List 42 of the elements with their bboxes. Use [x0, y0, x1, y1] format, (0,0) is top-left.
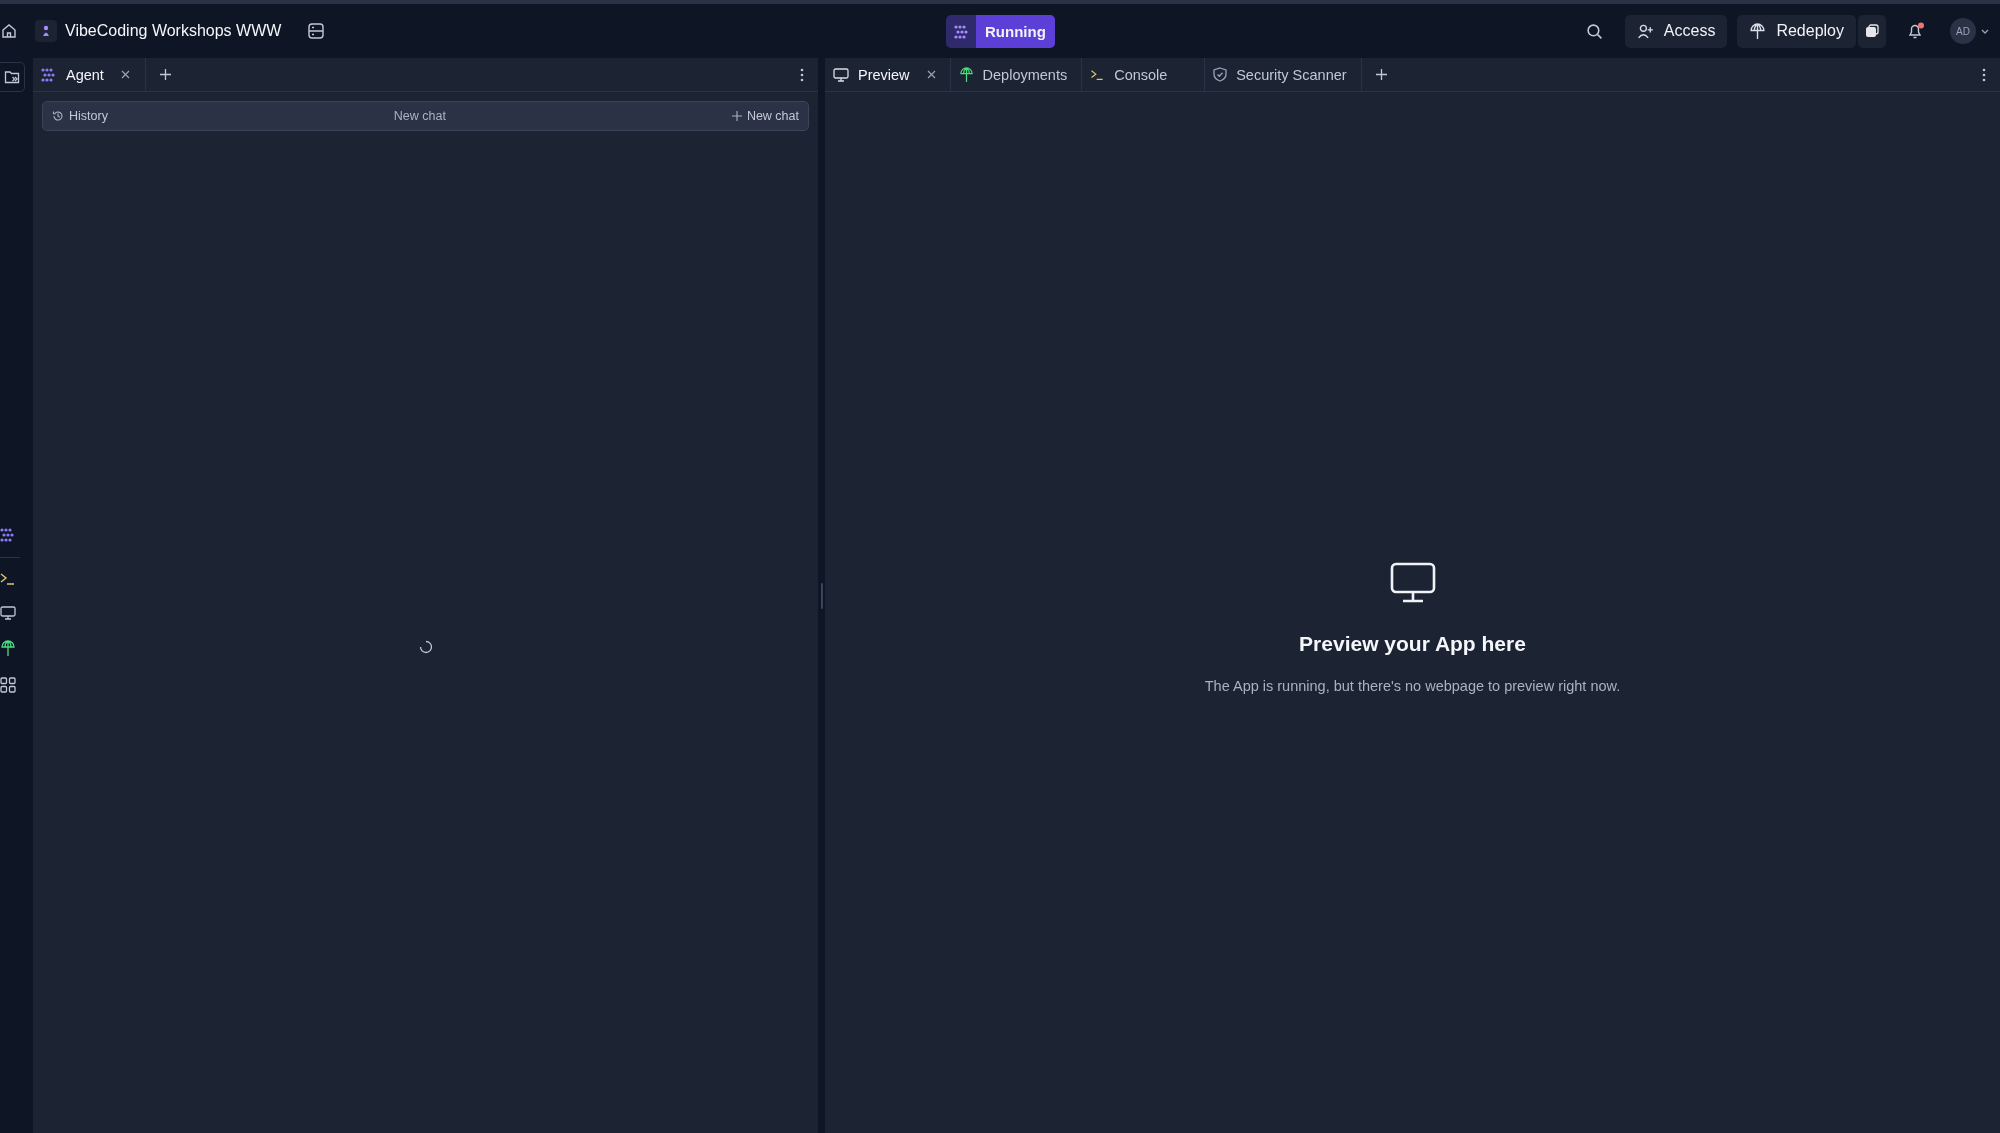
- server-icon[interactable]: [307, 22, 326, 40]
- notification-bell-icon[interactable]: [1906, 21, 1926, 41]
- shield-icon: [1213, 67, 1228, 82]
- redeploy-button[interactable]: Redeploy: [1737, 14, 1856, 48]
- monitor-icon: [1389, 561, 1436, 604]
- empty-state-message: The App is running, but there's no webpage to preview right now.: [1204, 677, 1621, 694]
- console-tab[interactable]: Console: [1082, 58, 1206, 91]
- history-button[interactable]: History: [50, 109, 110, 123]
- folder-icon: [4, 69, 20, 85]
- more-options-icon[interactable]: [1982, 67, 1986, 82]
- project-name[interactable]: VibeCoding Workshops WWW: [65, 22, 282, 40]
- user-avatar[interactable]: AD: [1950, 18, 1976, 44]
- window-icon[interactable]: [1858, 14, 1886, 48]
- agent-logo-icon[interactable]: [0, 527, 16, 543]
- plus-icon: [731, 111, 742, 121]
- home-icon[interactable]: [1, 23, 17, 39]
- deployments-tab[interactable]: Deployments: [950, 58, 1083, 91]
- search-icon[interactable]: [1585, 22, 1603, 40]
- files-toggle-button[interactable]: [0, 62, 25, 92]
- add-tab-icon[interactable]: [1375, 69, 1387, 80]
- monitor-icon[interactable]: [0, 606, 16, 620]
- resize-handle[interactable]: [820, 582, 823, 609]
- loading-spinner-icon: [418, 640, 433, 654]
- monitor-icon: [833, 67, 849, 82]
- history-icon: [52, 110, 64, 122]
- agent-logo-icon: [41, 66, 57, 83]
- deployments-icon[interactable]: [0, 640, 16, 657]
- new-chat-button[interactable]: New chat: [729, 109, 801, 123]
- project-logo-icon: [35, 20, 57, 42]
- close-icon[interactable]: [120, 70, 130, 79]
- chat-title: New chat: [393, 109, 446, 123]
- grid-icon[interactable]: [0, 677, 16, 693]
- more-options-icon[interactable]: [800, 67, 804, 82]
- add-tab-icon[interactable]: [160, 69, 171, 80]
- close-icon[interactable]: [926, 70, 936, 79]
- security-tab[interactable]: Security Scanner: [1205, 58, 1362, 91]
- add-user-icon: [1636, 22, 1654, 40]
- empty-state-title: Preview your App here: [1299, 631, 1526, 656]
- access-button[interactable]: Access: [1624, 14, 1728, 48]
- console-icon[interactable]: [0, 572, 16, 586]
- run-button[interactable]: Running: [946, 15, 1055, 48]
- terminal-icon: [1090, 68, 1106, 81]
